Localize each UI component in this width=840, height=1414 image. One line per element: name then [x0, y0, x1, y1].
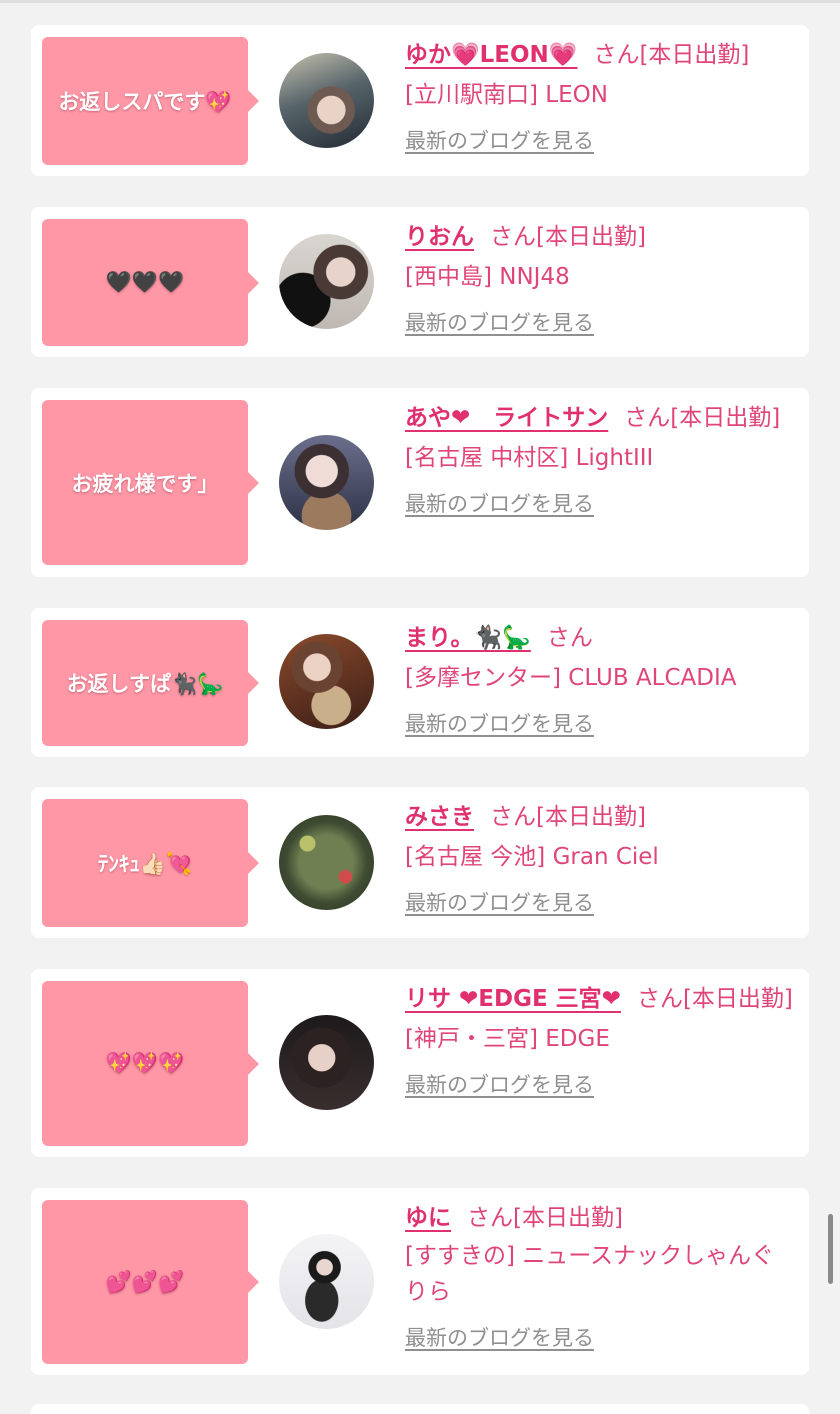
avatar[interactable] [279, 234, 374, 329]
blog-card: ﾃﾝｷｭ👍🏻💘 みさき さん[本日出勤] [名古屋 今池] Gran Ciel 最… [31, 787, 809, 938]
shop-name[interactable]: [西中島] NNJ48 [405, 264, 570, 290]
message-text: 🖤🖤🖤 [105, 270, 185, 294]
cast-name-link[interactable]: ゆに [405, 1205, 451, 1231]
shop-name[interactable]: [すすきの] ニュースナックしゃんぐりら [405, 1238, 795, 1310]
blog-card-partial [31, 1404, 809, 1414]
blog-card: 💖💖💖 リサ ❤︎EDGE 三宮❤︎ さん[本日出勤] [神戸・三宮] EDGE … [31, 969, 809, 1157]
message-bubble: お疲れ様です」 [42, 400, 259, 565]
cast-name-link[interactable]: りおん [405, 224, 474, 250]
message-bubble: 🖤🖤🖤 [42, 219, 259, 346]
blog-card: 💕💕💕 ゆに さん[本日出勤] [すすきの] ニュースナックしゃんぐりら 最新のブ… [31, 1188, 809, 1375]
cast-status: さん[本日出勤] [624, 405, 781, 431]
cast-name-link[interactable]: まり。🐈‍⬛🦕 [405, 625, 531, 651]
top-divider [0, 0, 840, 3]
shop-name[interactable]: [名古屋 中村区] LightIII [405, 445, 653, 471]
cast-name-link[interactable]: ゆか💗LEON💗 [405, 42, 577, 68]
blog-card: 🖤🖤🖤 りおん さん[本日出勤] [西中島] NNJ48 最新のブログを見る [31, 207, 809, 357]
message-bubble: 💕💕💕 [42, 1200, 259, 1364]
message-bubble: お返しすぱ🐈‍⬛🦕 [42, 620, 259, 746]
cast-status: さん[本日出勤] [593, 42, 750, 68]
blog-card: お疲れ様です」 あや❤︎ ライトサン さん[本日出勤] [名古屋 中村区] Lig… [31, 388, 809, 577]
latest-blog-link[interactable]: 最新のブログを見る [405, 704, 594, 744]
message-text: 💖💖💖 [105, 1051, 185, 1075]
latest-blog-link[interactable]: 最新のブログを見る [405, 883, 594, 923]
cast-status: さん[本日出勤] [467, 1205, 623, 1231]
avatar[interactable] [279, 1015, 374, 1110]
shop-name[interactable]: [多摩センター] CLUB ALCADIA [405, 665, 736, 691]
cast-status: さん[本日出勤] [636, 986, 793, 1012]
shop-name[interactable]: [名古屋 今池] Gran Ciel [405, 844, 659, 870]
blog-card: お返しスパです💖 ゆか💗LEON💗 さん[本日出勤] [立川駅南口] LEON 最… [31, 25, 809, 176]
avatar[interactable] [279, 815, 374, 910]
shop-name[interactable]: [神戸・三宮] EDGE [405, 1026, 610, 1052]
avatar[interactable] [279, 435, 374, 530]
cast-name-link[interactable]: あや❤︎ ライトサン [405, 405, 608, 431]
scrollbar[interactable] [828, 1214, 833, 1284]
message-text: ﾃﾝｷｭ👍🏻💘 [97, 852, 193, 876]
latest-blog-link[interactable]: 最新のブログを見る [405, 121, 594, 161]
avatar[interactable] [279, 634, 374, 729]
message-bubble: お返しスパです💖 [42, 37, 259, 165]
message-text: お疲れ様です」 [71, 471, 219, 496]
latest-blog-link[interactable]: 最新のブログを見る [405, 303, 594, 343]
cast-name-link[interactable]: リサ ❤︎EDGE 三宮❤︎ [405, 986, 621, 1012]
avatar[interactable] [279, 1234, 374, 1329]
latest-blog-link[interactable]: 最新のブログを見る [405, 1065, 594, 1105]
message-text: 💕💕💕 [105, 1269, 185, 1294]
avatar[interactable] [279, 53, 374, 148]
message-text: お返しスパです💖 [58, 90, 232, 114]
message-bubble: 💖💖💖 [42, 981, 259, 1146]
cast-status: さん[本日出勤] [490, 224, 646, 250]
shop-name[interactable]: [立川駅南口] LEON [405, 82, 608, 108]
message-bubble: ﾃﾝｷｭ👍🏻💘 [42, 799, 259, 927]
latest-blog-link[interactable]: 最新のブログを見る [405, 484, 594, 524]
blog-card: お返しすぱ🐈‍⬛🦕 まり。🐈‍⬛🦕 さん [多摩センター] CLUB ALCADI… [31, 608, 809, 757]
message-text: お返しすぱ🐈‍⬛🦕 [66, 672, 224, 696]
cast-name-link[interactable]: みさき [405, 804, 474, 830]
cast-status: さん[本日出勤] [490, 804, 646, 830]
latest-blog-link[interactable]: 最新のブログを見る [405, 1318, 594, 1358]
cast-status: さん [546, 625, 593, 651]
